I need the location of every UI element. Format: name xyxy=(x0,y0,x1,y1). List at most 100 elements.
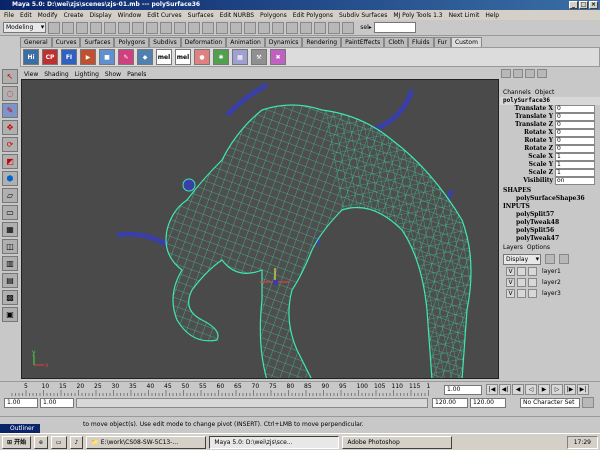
shelf-paint-icon[interactable]: ✱ xyxy=(213,49,229,65)
anim-end-field[interactable]: 120.00 xyxy=(470,398,506,408)
shelf-sphere-icon[interactable]: ● xyxy=(194,49,210,65)
menu-help[interactable]: Help xyxy=(485,12,499,19)
manipulator-tool-icon[interactable]: ⬢ xyxy=(2,171,18,186)
history-icon[interactable] xyxy=(300,21,313,34)
ipr-render-icon[interactable] xyxy=(328,21,341,34)
channel-box-icon[interactable] xyxy=(501,69,511,78)
tab-dynamics[interactable]: Dynamics xyxy=(264,37,303,47)
input-node[interactable]: polyTweak48 xyxy=(500,219,600,227)
move-tool-icon[interactable]: ✥ xyxy=(2,120,18,135)
menu-file[interactable]: File xyxy=(4,12,14,19)
shelf-fi-button[interactable]: FI xyxy=(61,49,77,65)
attr-value-field[interactable]: 0 xyxy=(555,105,595,113)
mask-deformers-icon[interactable] xyxy=(188,21,201,34)
quicklaunch-desktop-icon[interactable]: ▭ xyxy=(50,435,67,449)
tab-custom[interactable]: Custom xyxy=(450,37,482,47)
task-photoshop[interactable]: Adobe Photoshop xyxy=(342,435,453,449)
mask-rendering-icon[interactable] xyxy=(216,21,229,34)
tool-settings-icon[interactable] xyxy=(525,69,535,78)
quicklaunch-media-icon[interactable]: ♪ xyxy=(69,435,84,449)
menu-subdiv-surfaces[interactable]: Subdiv Surfaces xyxy=(339,12,387,19)
layout-outliner-icon[interactable]: ▤ xyxy=(2,273,18,288)
step-back-frame-icon[interactable]: ◀ xyxy=(512,384,524,395)
current-time-field[interactable]: 1.00 xyxy=(444,385,482,395)
layout-vertical-icon[interactable]: ▥ xyxy=(2,256,18,271)
shelf-mel-button-2[interactable]: mel xyxy=(175,49,191,65)
select-component-icon[interactable] xyxy=(118,21,131,34)
tab-animation[interactable]: Animation xyxy=(226,37,265,47)
auto-key-icon[interactable] xyxy=(582,397,594,408)
menu-edit-curves[interactable]: Edit Curves xyxy=(147,12,181,19)
visibility-toggle[interactable]: V xyxy=(506,289,515,298)
minimize-button[interactable]: _ xyxy=(569,1,578,9)
outliner-label[interactable]: Outliner xyxy=(0,424,40,433)
open-scene-icon[interactable] xyxy=(62,21,75,34)
quick-select-input[interactable] xyxy=(373,22,416,33)
menu-edit-polygons[interactable]: Edit Polygons xyxy=(293,12,333,19)
attr-value-field[interactable]: 0 xyxy=(555,145,595,153)
task-maya[interactable]: Maya 5.0: D:\wei\zjs\sce... xyxy=(209,435,340,449)
perspective-viewport[interactable]: x y xyxy=(21,79,499,379)
layer-row[interactable]: V layer3 xyxy=(500,288,600,299)
snap-point-icon[interactable] xyxy=(272,21,285,34)
tab-rendering[interactable]: Rendering xyxy=(302,37,342,47)
quicklaunch-ie-icon[interactable]: e xyxy=(34,435,48,449)
visibility-toggle[interactable]: V xyxy=(506,278,515,287)
options-menu-item[interactable]: Options xyxy=(527,243,550,252)
play-backward-icon[interactable]: ◁ xyxy=(525,384,537,395)
select-tool-icon[interactable]: ↖ xyxy=(2,69,18,84)
play-forward-icon[interactable]: ▶ xyxy=(538,384,550,395)
anim-start-field[interactable]: 1.00 xyxy=(4,398,38,408)
menu-create[interactable]: Create xyxy=(64,12,84,19)
channels-menu[interactable]: Channels xyxy=(503,88,531,97)
shelf-cube-icon[interactable]: ■ xyxy=(99,49,115,65)
snap-curve-icon[interactable] xyxy=(258,21,271,34)
attr-value-field[interactable]: 0 xyxy=(555,137,595,145)
mask-surfaces-icon[interactable] xyxy=(174,21,187,34)
menu-window[interactable]: Window xyxy=(118,12,142,19)
attr-value-field[interactable]: 1 xyxy=(555,161,595,169)
render-globals-icon[interactable] xyxy=(342,21,355,34)
color-swatch[interactable] xyxy=(528,289,537,298)
attr-value-field[interactable]: 0 xyxy=(555,129,595,137)
step-forward-frame-icon[interactable]: ▷ xyxy=(551,384,563,395)
layer-row[interactable]: V layer2 xyxy=(500,277,600,288)
paint-select-tool-icon[interactable]: ✎ xyxy=(2,103,18,118)
layout-custom-icon[interactable]: ▣ xyxy=(2,307,18,322)
shelf-mel-button-1[interactable]: mel xyxy=(156,49,172,65)
attr-value-field[interactable]: 0 xyxy=(555,113,595,121)
character-set-dropdown[interactable]: No Character Set xyxy=(520,398,580,408)
shelf-bevel-icon[interactable]: ◆ xyxy=(137,49,153,65)
layer-row[interactable]: V layer1 xyxy=(500,266,600,277)
save-scene-icon[interactable] xyxy=(76,21,89,34)
display-type-toggle[interactable] xyxy=(517,267,526,276)
mask-misc-icon[interactable] xyxy=(230,21,243,34)
color-swatch[interactable] xyxy=(528,267,537,276)
render-icon[interactable] xyxy=(314,21,327,34)
range-start-field[interactable]: 1.00 xyxy=(40,398,74,408)
menu-display[interactable]: Display xyxy=(90,12,112,19)
tab-fur[interactable]: Fur xyxy=(433,37,451,47)
tab-cloth[interactable]: Cloth xyxy=(384,37,408,47)
select-object-icon[interactable] xyxy=(104,21,117,34)
tab-deformation[interactable]: Deformation xyxy=(180,37,227,47)
shelf-brush-icon[interactable]: ✎ xyxy=(118,49,134,65)
attr-value-field[interactable]: 0 xyxy=(555,121,595,129)
start-button[interactable]: ⊞ 开始 xyxy=(2,435,32,449)
maximize-button[interactable]: □ xyxy=(579,1,588,9)
step-back-key-icon[interactable]: ◀| xyxy=(499,384,511,395)
shelf-map-icon[interactable]: ▦ xyxy=(232,49,248,65)
mask-dynamics-icon[interactable] xyxy=(202,21,215,34)
menu-mj-poly-tools[interactable]: MJ Poly Tools 1.3 xyxy=(393,12,442,19)
task-explorer[interactable]: 📁 E:\work\CS08-SW-5C13-... xyxy=(86,435,207,449)
panel-menu-view[interactable]: View xyxy=(24,70,38,79)
shelf-cp-button[interactable]: CP xyxy=(42,49,58,65)
go-to-end-icon[interactable]: ▶| xyxy=(577,384,589,395)
tab-painteffects[interactable]: PaintEffects xyxy=(341,37,385,47)
input-node[interactable]: polySplit56 xyxy=(500,227,600,235)
attr-value-field[interactable]: 1 xyxy=(555,169,595,177)
tab-fluids[interactable]: Fluids xyxy=(408,37,434,47)
attr-value-field[interactable]: 1 xyxy=(555,153,595,161)
object-menu[interactable]: Object xyxy=(535,88,555,97)
panel-menu-panels[interactable]: Panels xyxy=(127,70,146,79)
